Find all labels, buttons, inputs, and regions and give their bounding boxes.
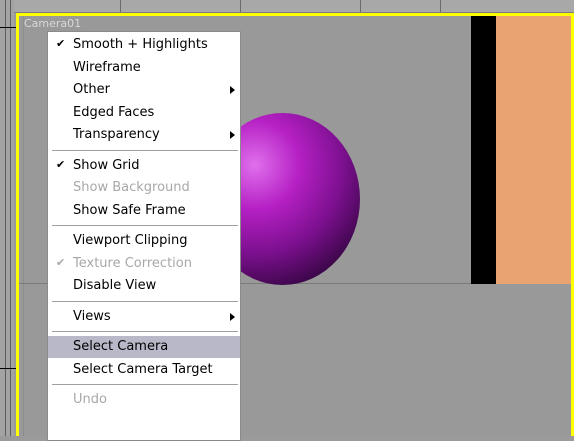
menu-item-texture-correction: ✔ Texture Correction xyxy=(48,253,240,275)
menu-item-label: Smooth + Highlights xyxy=(73,37,208,52)
menu-item-edged-faces[interactable]: Edged Faces xyxy=(48,102,240,124)
menu-item-select-camera[interactable]: Select Camera xyxy=(48,336,240,358)
menu-item-disable-view[interactable]: Disable View xyxy=(48,275,240,297)
menu-separator xyxy=(52,384,238,386)
menu-item-label: Transparency xyxy=(73,127,160,142)
menu-item-label: Show Safe Frame xyxy=(73,202,186,218)
menu-item-other[interactable]: Other xyxy=(48,79,240,101)
menu-item-show-grid[interactable]: ✔ Show Grid xyxy=(48,155,240,177)
ruler-tick xyxy=(360,0,361,12)
menu-item-label: Viewport Clipping xyxy=(73,233,188,248)
menu-item-smooth-highlights[interactable]: ✔ Smooth + Highlights xyxy=(48,34,240,56)
grid-line xyxy=(23,16,24,436)
menu-separator xyxy=(52,300,238,303)
menu-separator xyxy=(52,149,238,152)
checkmark-icon: ✔ xyxy=(56,37,66,50)
menu-item-label: Texture Correction xyxy=(73,255,192,271)
menu-item-show-background: Show Background xyxy=(48,177,240,199)
ruler-tick xyxy=(440,0,441,12)
submenu-arrow-icon xyxy=(230,131,235,139)
ruler-tick xyxy=(120,0,121,12)
menu-item-label: Show Background xyxy=(73,180,190,195)
viewport-left-ruler xyxy=(0,0,14,436)
orange-box-object[interactable] xyxy=(496,16,571,284)
menu-item-label: Select Camera Target xyxy=(73,361,213,377)
menu-item-label: Other xyxy=(73,82,110,97)
ruler-line xyxy=(10,0,11,436)
menu-item-views[interactable]: Views xyxy=(48,306,240,328)
viewport-context-menu: ✔ Smooth + Highlights Wireframe Other Edged … xyxy=(47,31,241,441)
menu-item-label: Edged Faces xyxy=(73,104,155,120)
viewport-top-ruler xyxy=(0,0,574,13)
menu-item-undo: Undo xyxy=(48,389,240,411)
ruler-tick xyxy=(240,0,241,12)
menu-item-label: Views xyxy=(73,308,111,324)
menu-separator xyxy=(52,331,238,333)
menu-item-label: Disable View xyxy=(73,278,157,293)
submenu-arrow-icon xyxy=(230,312,235,321)
menu-item-wireframe[interactable]: Wireframe xyxy=(48,57,240,79)
menu-item-label: Select Camera xyxy=(73,339,169,354)
menu-item-label: Wireframe xyxy=(73,59,141,75)
viewport-label[interactable]: Camera01 xyxy=(24,17,81,30)
menu-item-label: Show Grid xyxy=(73,157,140,173)
checkmark-icon: ✔ xyxy=(56,255,66,269)
menu-separator xyxy=(52,225,238,227)
checkmark-icon: ✔ xyxy=(56,157,66,171)
submenu-arrow-icon xyxy=(230,86,235,94)
ruler-line xyxy=(5,0,6,436)
black-box-object[interactable] xyxy=(471,16,496,284)
menu-item-label: Undo xyxy=(73,392,107,407)
menu-item-viewport-clipping[interactable]: Viewport Clipping xyxy=(48,230,240,252)
menu-item-transparency[interactable]: Transparency xyxy=(48,124,240,146)
menu-item-show-safe-frame[interactable]: Show Safe Frame xyxy=(48,200,240,222)
menu-item-select-camera-target[interactable]: Select Camera Target xyxy=(48,359,240,381)
